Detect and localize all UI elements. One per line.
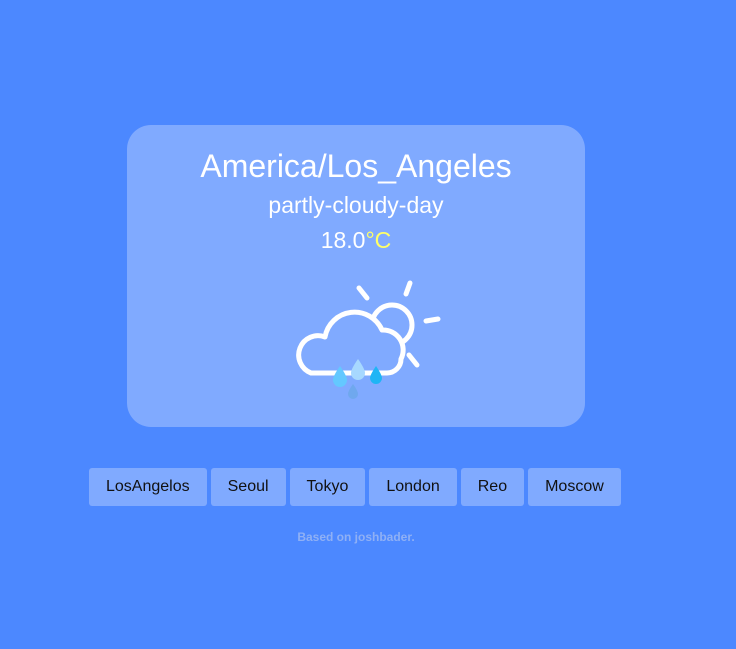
partly-cloudy-rain-icon (287, 275, 447, 401)
temperature-value: 18.0 (320, 227, 366, 253)
city-buttons: LosAngelos Seoul Tokyo London Reo Moscow (89, 468, 621, 506)
weather-card: America/Los_Angeles partly-cloudy-day 18… (127, 125, 585, 427)
city-button-london[interactable]: London (369, 468, 457, 506)
city-button-reo[interactable]: Reo (460, 468, 525, 506)
city-button-losangelos[interactable]: LosAngelos (89, 468, 207, 506)
city-button-seoul[interactable]: Seoul (210, 468, 286, 506)
credit-text: Based on joshbader. (297, 530, 415, 544)
weather-summary: partly-cloudy-day (268, 192, 444, 218)
city-button-moscow[interactable]: Moscow (528, 468, 621, 506)
temperature-unit: °C (365, 227, 392, 253)
temperature: 18.0°C (127, 226, 585, 254)
weather-app: America/Los_Angeles partly-cloudy-day 18… (0, 0, 736, 649)
city-button-tokyo[interactable]: Tokyo (289, 468, 366, 506)
timezone-label: America/Los_Angeles (200, 148, 512, 184)
